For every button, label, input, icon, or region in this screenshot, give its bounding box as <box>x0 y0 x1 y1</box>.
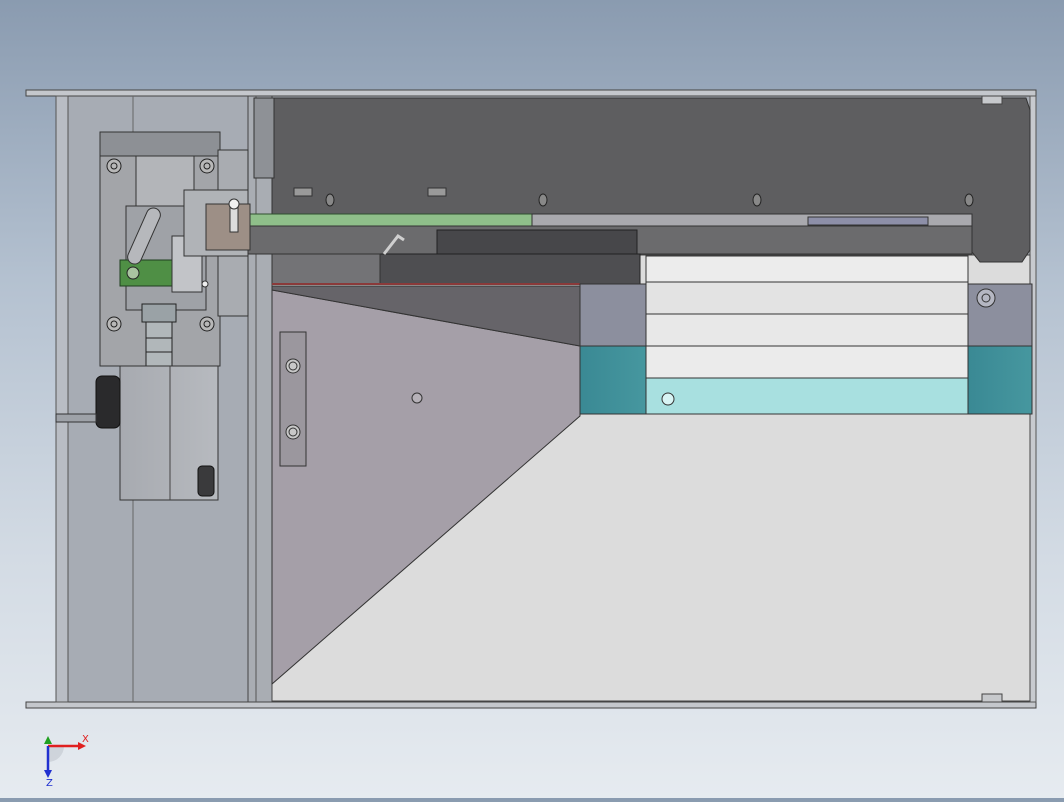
dark-slider-block[interactable] <box>436 229 638 255</box>
locating-pin-icon <box>228 198 240 233</box>
corner-tab <box>981 95 1003 105</box>
left-wall <box>55 95 69 703</box>
screw-icon <box>199 158 215 174</box>
white-plate-2 <box>645 281 969 315</box>
hole-icon <box>201 280 209 288</box>
cylinder-port <box>95 375 121 429</box>
screw-icon <box>752 193 762 207</box>
hole-icon <box>411 392 423 404</box>
slate-block-right <box>967 283 1033 347</box>
arm-plate-inner <box>205 203 251 251</box>
plate-step <box>253 97 275 179</box>
teal-block-left[interactable] <box>579 345 647 415</box>
dark-base-block <box>379 253 641 285</box>
left-bar <box>271 253 381 285</box>
screw-icon <box>106 158 122 174</box>
hex-nut <box>145 321 173 367</box>
white-plate-3 <box>645 313 969 347</box>
cylinder-rod <box>55 413 97 423</box>
cylinder-fitting <box>197 465 215 497</box>
hole-icon <box>661 392 675 406</box>
light-teal-block[interactable] <box>645 377 969 415</box>
slot-icon <box>293 187 313 197</box>
x-axis-label: X <box>82 734 89 745</box>
screw-icon <box>285 358 301 374</box>
screw-icon <box>199 316 215 332</box>
screw-icon <box>964 193 974 207</box>
slate-block-left <box>579 283 647 347</box>
white-plate-4 <box>645 345 969 379</box>
screw-icon <box>976 288 996 308</box>
screw-icon <box>538 193 548 207</box>
clamp-top-block <box>99 131 221 157</box>
corner-tab <box>981 693 1003 703</box>
screw-icon <box>325 193 335 207</box>
z-axis-label: Z <box>46 778 53 788</box>
teal-block-right[interactable] <box>967 345 1033 415</box>
mounting-strip <box>279 331 307 467</box>
screw-icon <box>285 424 301 440</box>
orientation-triad: X Z <box>38 732 98 789</box>
cad-graphics-area[interactable] <box>0 0 1064 798</box>
pivot-icon <box>126 266 140 280</box>
white-plate-1 <box>645 255 969 283</box>
divider-post-left <box>247 95 273 703</box>
slot-icon <box>427 187 447 197</box>
screw-icon <box>106 316 122 332</box>
top-rail <box>25 89 1037 97</box>
bottom-rail <box>25 701 1037 709</box>
rail-insert <box>807 216 929 226</box>
hex-nut <box>141 303 177 323</box>
